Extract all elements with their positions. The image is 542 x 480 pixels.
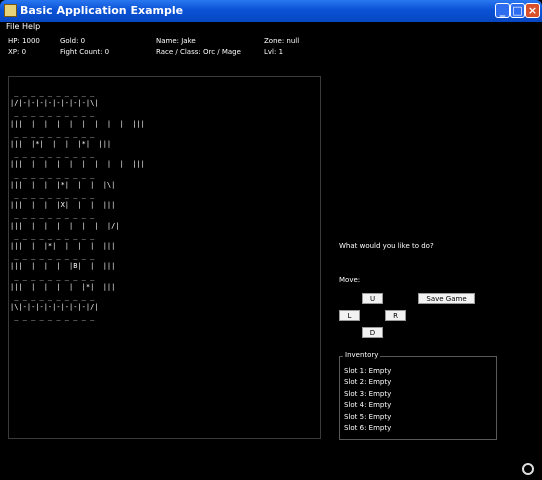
inventory-title: Inventory — [343, 351, 381, 359]
save-game-button[interactable]: Save Game — [418, 293, 475, 304]
move-label: Move: — [339, 276, 361, 284]
move-down-button[interactable]: D — [362, 327, 383, 338]
inventory-slot: Slot 3: Empty — [344, 390, 392, 398]
race-class-stat: Race / Class: Orc / Mage — [156, 48, 241, 56]
inventory-slot: Slot 6: Empty — [344, 424, 392, 432]
fight-count-stat: Fight Count: 0 — [60, 48, 110, 56]
ascii-map: _ _ _ _ _ _ _ _ _ _ |/|-|-|-|-|-|-|-|-|\… — [10, 89, 145, 322]
name-stat: Name: Jake — [156, 37, 196, 45]
move-left-button[interactable]: L — [339, 310, 360, 321]
zone-stat: Zone: null — [264, 37, 300, 45]
gold-stat: Gold: 0 — [60, 37, 86, 45]
app-icon — [4, 4, 17, 17]
inventory-slot: Slot 5: Empty — [344, 413, 392, 421]
action-prompt: What would you like to do? — [339, 242, 434, 250]
move-up-button[interactable]: U — [362, 293, 383, 304]
hp-stat: HP: 1000 — [8, 37, 40, 45]
maximize-button[interactable]: □ — [510, 3, 525, 18]
inventory-slot: Slot 4: Empty — [344, 401, 392, 409]
resize-grip-icon[interactable] — [522, 463, 534, 475]
inventory-slot: Slot 1: Empty — [344, 367, 392, 375]
move-right-button[interactable]: R — [385, 310, 406, 321]
menu-bar — [0, 22, 542, 34]
close-button[interactable]: × — [525, 3, 540, 18]
menu-help[interactable]: Help — [22, 22, 40, 31]
window-title: Basic Application Example — [20, 4, 184, 17]
menu-file[interactable]: File — [6, 22, 19, 31]
minimize-button[interactable]: _ — [495, 3, 510, 18]
inventory-slot: Slot 2: Empty — [344, 378, 392, 386]
level-stat: Lvl: 1 — [264, 48, 284, 56]
xp-stat: XP: 0 — [8, 48, 27, 56]
